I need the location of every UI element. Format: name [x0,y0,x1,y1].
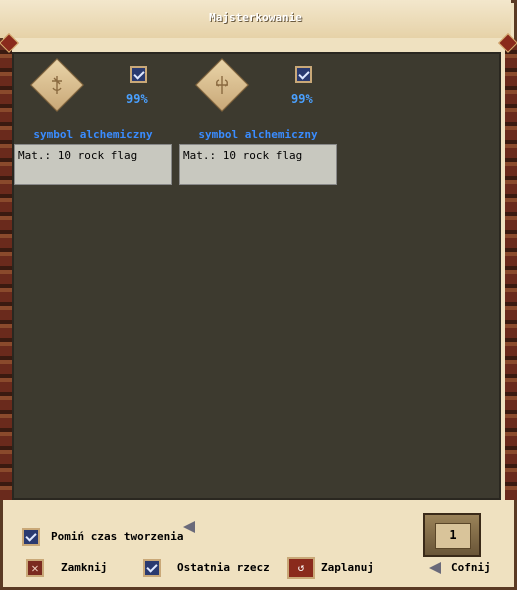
success-chance: 99% [126,92,148,106]
back-label[interactable]: Cofnij [451,561,491,574]
plan-icon[interactable]: ↺ [287,557,315,579]
quantity-counter[interactable]: 1 [423,513,481,557]
materials-box: Mat.: 10 rock flag [14,144,172,185]
recipe-name: symbol alchemiczny [33,128,153,141]
last-item-label[interactable]: Ostatnia rzecz [177,561,270,574]
recipe-list: 99% symbol alchemiczny Mat.: 10 rock fla… [12,52,501,500]
arrow-left-icon[interactable] [183,521,195,533]
plan-label[interactable]: Zaplanuj [321,561,374,574]
recipe-name: symbol alchemiczny [198,128,318,141]
back-icon[interactable] [429,562,441,574]
alchemy-symbol-icon [30,58,84,112]
window-title: Majsterkowanie [0,0,511,38]
skip-time-label: Pomiń czas tworzenia [51,530,184,543]
recipe-checkbox[interactable] [130,66,147,83]
footer: Pomiń czas tworzenia ✕ Zamknij Ostatnia … [3,500,514,587]
close-icon[interactable]: ✕ [26,559,44,577]
materials-box: Mat.: 10 rock flag [179,144,337,185]
recipe-checkbox[interactable] [295,66,312,83]
success-chance: 99% [291,92,313,106]
quantity-value: 1 [435,523,471,549]
left-border [0,40,12,500]
skip-time-checkbox[interactable] [22,528,40,546]
close-label[interactable]: Zamknij [61,561,107,574]
right-border [505,40,517,500]
alchemy-symbol-icon [195,58,249,112]
last-item-checkbox[interactable] [143,559,161,577]
